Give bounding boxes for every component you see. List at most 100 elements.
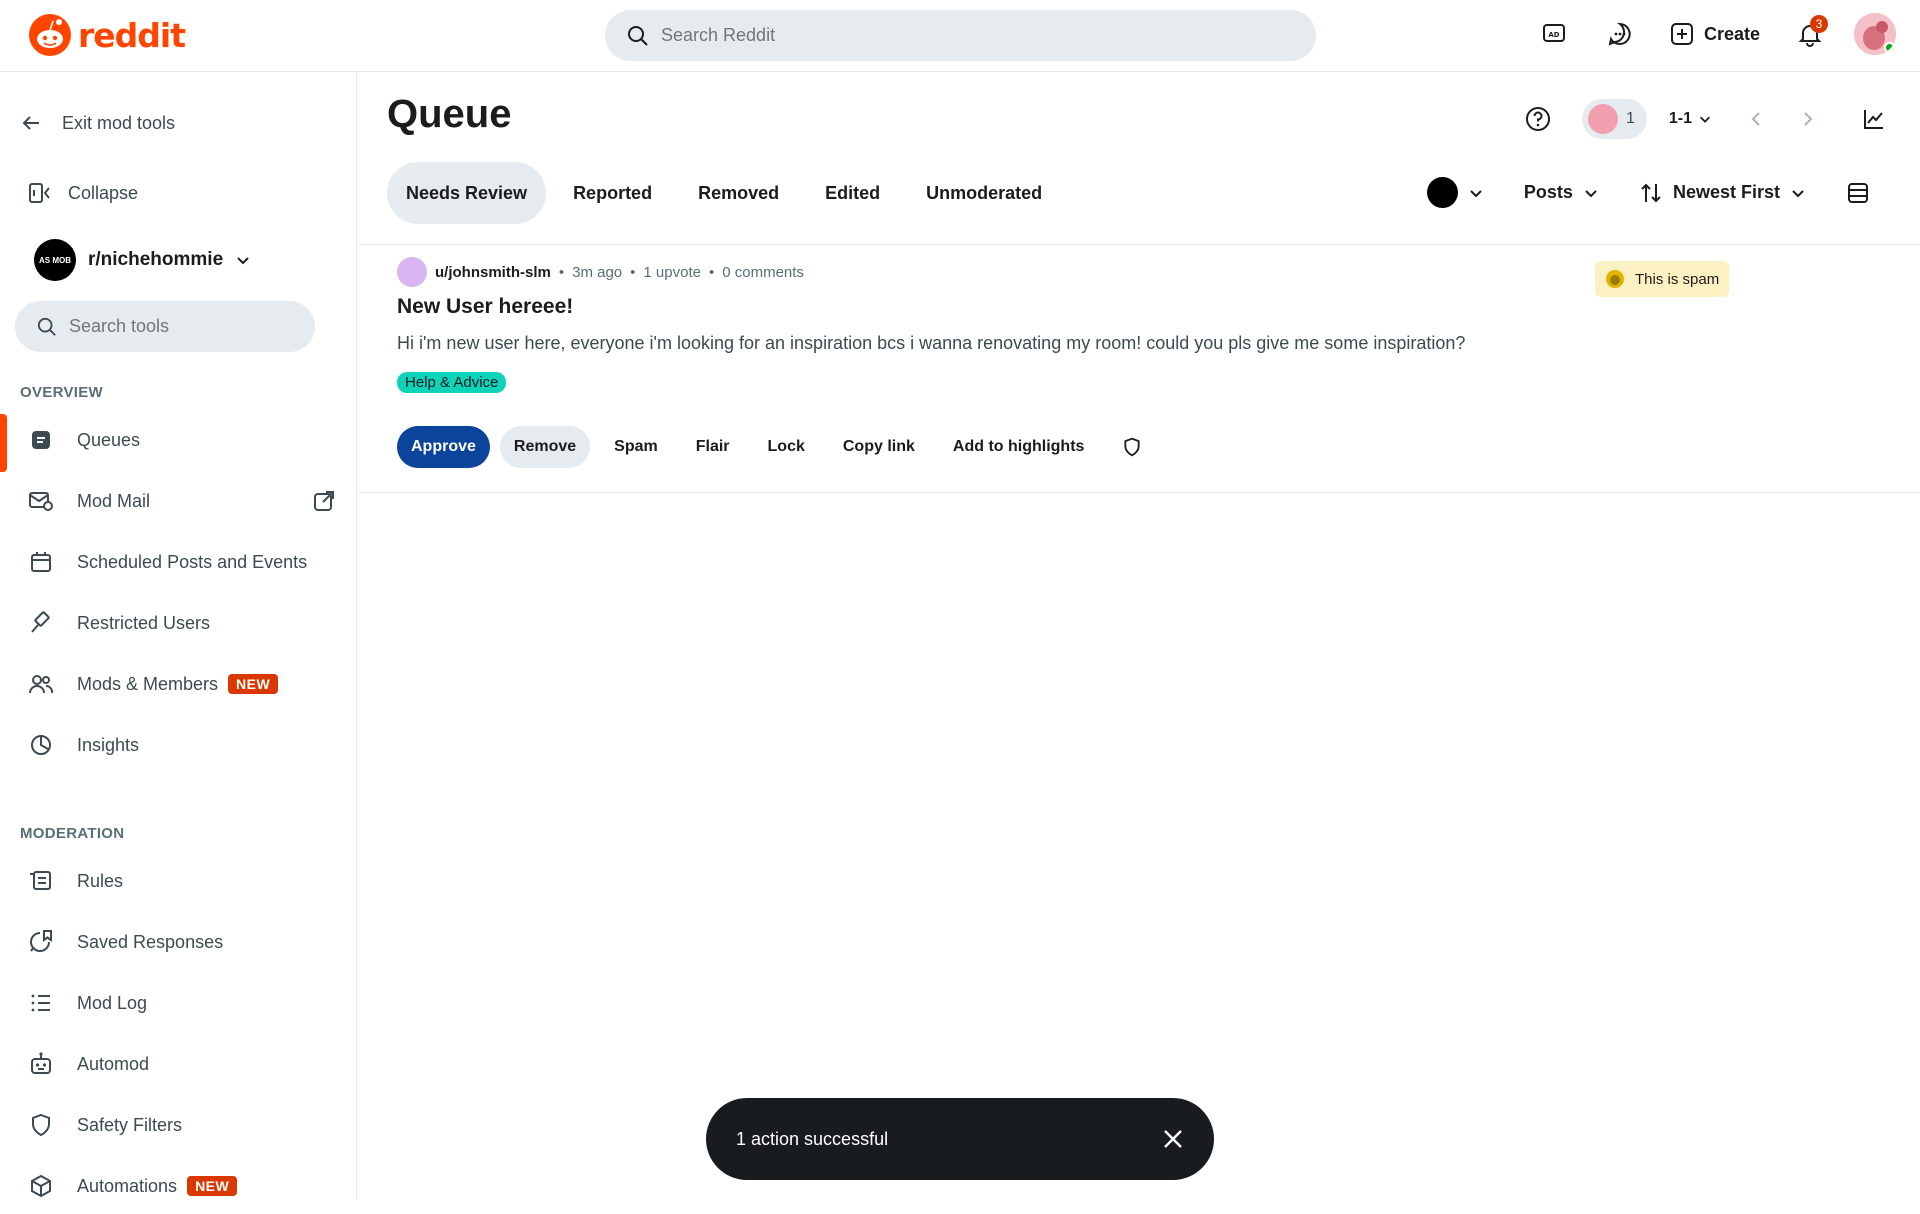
mod-count: 1	[1625, 110, 1635, 127]
sidebar-item-queues[interactable]: Queues	[0, 412, 356, 472]
tab-edited[interactable]: Edited	[806, 162, 899, 224]
sidebar-item-restricted-users[interactable]: Restricted Users	[0, 595, 356, 651]
sidebar-item-saved-responses[interactable]: Saved Responses	[0, 914, 356, 970]
flair-button[interactable]: Flair	[682, 426, 744, 468]
post-flair[interactable]: Help & Advice	[397, 372, 507, 393]
overview-heading: OVERVIEW	[20, 384, 103, 401]
tab-reported[interactable]: Reported	[554, 162, 671, 224]
post-title[interactable]: New User hereee!	[397, 295, 1897, 319]
sidebar-item-mod-mail[interactable]: Mod Mail	[0, 473, 356, 529]
meta-separator: •	[558, 263, 565, 281]
sort-dropdown[interactable]: Newest First	[1639, 182, 1806, 204]
community-filter[interactable]	[1426, 177, 1484, 208]
search-tools[interactable]	[15, 301, 315, 352]
remove-button[interactable]: Remove	[499, 426, 591, 468]
chevron-left-icon	[1751, 112, 1760, 126]
sidebar-item-mods-members[interactable]: Mods & Members NEW	[0, 656, 356, 712]
sidebar-item-label: Mod Mail	[77, 490, 151, 511]
sidebar-item-label: Automod	[77, 1053, 150, 1074]
previous-page-button[interactable]	[1734, 97, 1778, 141]
search-input[interactable]	[661, 25, 1261, 46]
author-avatar[interactable]	[397, 257, 427, 287]
members-icon	[27, 670, 55, 698]
lock-button[interactable]: Lock	[754, 426, 819, 468]
view-mode-button[interactable]	[1846, 181, 1870, 205]
sidebar-item-mod-log[interactable]: Mod Log	[0, 975, 356, 1031]
create-button[interactable]: Create	[1664, 12, 1766, 56]
tab-removed[interactable]: Removed	[679, 162, 798, 224]
collapse-button[interactable]: Collapse	[28, 181, 138, 205]
sidebar-item-label: Restricted Users	[77, 612, 211, 633]
spam-flag[interactable]: This is spam	[1595, 261, 1730, 297]
post-comments[interactable]: 0 comments	[722, 264, 804, 281]
post-age: 3m ago	[572, 263, 623, 281]
queue-post[interactable]: u/johnsmith-slm • 3m ago • 1 upvote • 0 …	[397, 257, 1897, 468]
queue-tabs: Needs Review Reported Removed Edited Unm…	[387, 162, 1061, 224]
mod-sidebar: Exit mod tools Collapse AS MOB r/nicheho…	[0, 72, 357, 1200]
shield-icon	[27, 1111, 55, 1139]
chat-icon	[1608, 22, 1631, 46]
subreddit-avatar	[1426, 177, 1458, 208]
help-button[interactable]	[1516, 97, 1560, 141]
queue-main: Queue 1 1-1 Needs Review Reported Remove…	[357, 72, 1920, 1200]
meta-separator: •	[708, 263, 715, 281]
sidebar-item-automod[interactable]: Automod	[0, 1036, 356, 1092]
mod-shield-button[interactable]	[1108, 426, 1156, 468]
subreddit-switcher[interactable]: AS MOB r/nichehommie	[34, 239, 251, 281]
meta-separator: •	[630, 263, 636, 281]
notifications-button[interactable]: 3	[1788, 12, 1832, 56]
chat-button[interactable]	[1598, 12, 1642, 56]
spam-button[interactable]: Spam	[600, 426, 672, 468]
add-to-highlights-button[interactable]: Add to highlights	[939, 426, 1099, 468]
chevron-down-icon	[1792, 189, 1804, 197]
pie-icon	[27, 731, 55, 759]
sidebar-item-label: Scheduled Posts and Events	[77, 551, 308, 572]
spam-flag-label: This is spam	[1635, 270, 1720, 288]
page-title: Queue	[387, 92, 512, 136]
plus-square-icon	[1670, 23, 1693, 45]
tab-needs-review[interactable]: Needs Review	[387, 162, 547, 224]
sidebar-item-insights[interactable]: Insights	[0, 717, 356, 773]
sidebar-item-safety-filters[interactable]: Safety Filters	[0, 1097, 356, 1153]
sidebar-item-label: Insights	[77, 734, 140, 755]
post-body: Hi i'm new user here, everyone i'm looki…	[397, 333, 1466, 353]
mail-icon	[27, 487, 55, 515]
content-type-filter[interactable]: Posts	[1524, 182, 1599, 203]
tab-unmoderated[interactable]: Unmoderated	[907, 162, 1061, 224]
line-chart-icon	[1864, 110, 1883, 129]
calendar-icon	[27, 548, 55, 576]
new-badge: NEW	[228, 674, 279, 694]
gavel-icon	[27, 609, 55, 637]
sidebar-item-scheduled-posts[interactable]: Scheduled Posts and Events	[0, 534, 356, 590]
collapse-label: Collapse	[68, 182, 139, 203]
chevron-down-icon	[237, 257, 249, 265]
online-indicator	[1884, 42, 1895, 53]
range-dropdown[interactable]: 1-1	[1669, 110, 1712, 128]
active-mods-indicator[interactable]: 1	[1581, 99, 1647, 139]
subreddit-name: r/nichehommie	[88, 249, 224, 270]
search-tools-input[interactable]	[69, 316, 289, 337]
user-avatar[interactable]	[1854, 13, 1896, 55]
insights-chart-button[interactable]	[1852, 97, 1896, 141]
post-upvotes: 1 upvote	[643, 263, 701, 281]
sidebar-item-automations[interactable]: Automations NEW	[0, 1158, 356, 1214]
chevron-down-icon	[1700, 116, 1710, 123]
exit-mod-tools-button[interactable]: Exit mod tools	[20, 112, 175, 134]
top-bar: reddit AD Create 3	[0, 0, 1920, 72]
external-link-icon[interactable]	[312, 489, 336, 513]
sidebar-item-label: Mod Log	[77, 992, 148, 1013]
approve-button[interactable]: Approve	[397, 426, 490, 468]
reddit-logo[interactable]: reddit	[28, 13, 186, 57]
copy-link-button[interactable]: Copy link	[829, 426, 929, 468]
advertise-button[interactable]: AD	[1532, 12, 1576, 56]
toast-message: 1 action successful	[736, 1128, 889, 1149]
next-page-button[interactable]	[1786, 97, 1830, 141]
sort-icon	[1641, 183, 1661, 202]
chevron-right-icon	[1804, 112, 1813, 126]
snoo-icon	[29, 14, 71, 56]
sidebar-item-rules[interactable]: Rules	[0, 853, 356, 909]
new-badge: NEW	[187, 1176, 238, 1196]
post-author[interactable]: u/johnsmith-slm	[435, 264, 551, 281]
global-search[interactable]	[605, 10, 1316, 61]
close-icon[interactable]	[1162, 1128, 1184, 1150]
